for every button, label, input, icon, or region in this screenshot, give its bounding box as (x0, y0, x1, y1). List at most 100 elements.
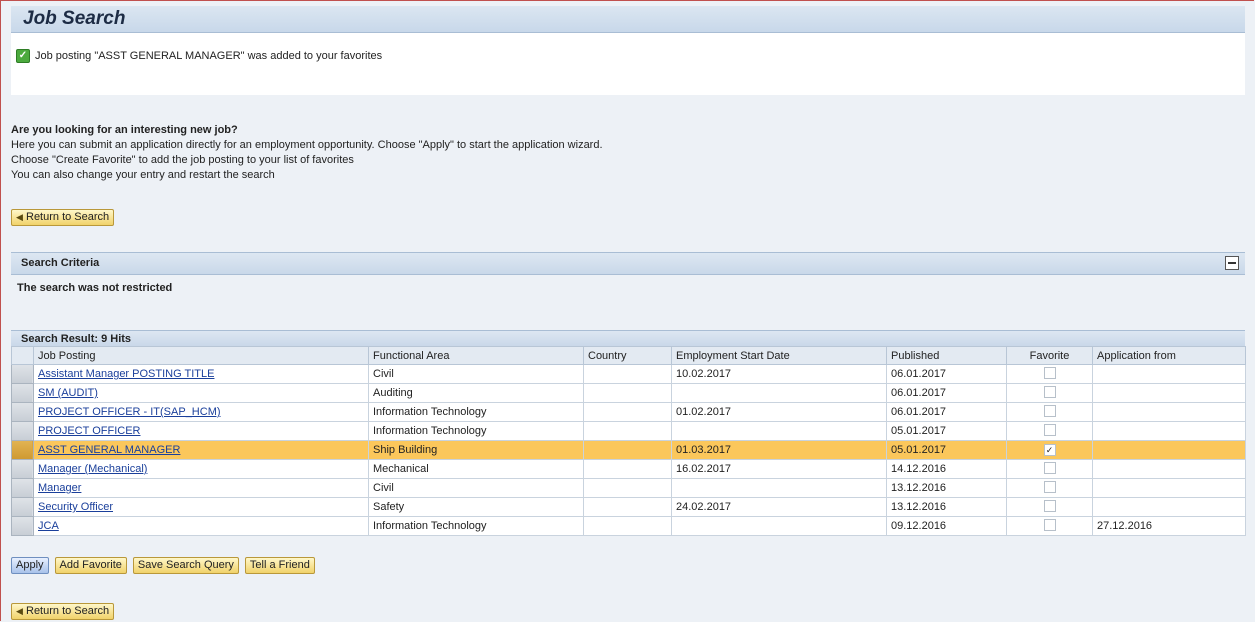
published-cell: 06.01.2017 (886, 402, 1007, 422)
application-from-cell (1092, 440, 1246, 460)
favorite-checkbox (1043, 480, 1056, 493)
table-row-selected[interactable]: ASST GENERAL MANAGER Ship Building 01.03… (11, 440, 1246, 460)
start-date-cell (671, 478, 887, 498)
intro-line-3: You can also change your entry and resta… (11, 169, 275, 181)
country-cell (583, 440, 672, 460)
application-from-cell (1092, 497, 1246, 517)
start-date-cell (671, 516, 887, 536)
country-cell (583, 497, 672, 517)
published-cell: 06.01.2017 (886, 383, 1007, 403)
message-area: ✓ Job posting "ASST GENERAL MANAGER" was… (11, 33, 1245, 95)
search-criteria-header: Search Criteria (11, 252, 1245, 275)
published-cell: 05.01.2017 (886, 440, 1007, 460)
col-functional-area[interactable]: Functional Area (368, 346, 584, 365)
table-row[interactable]: PROJECT OFFICER Information Technology 0… (11, 421, 1246, 441)
col-application-from[interactable]: Application from (1092, 346, 1246, 365)
job-posting-link[interactable]: JCA (38, 520, 59, 532)
table-row[interactable]: PROJECT OFFICER - IT(SAP_HCM) Informatio… (11, 402, 1246, 422)
return-to-search-button-bottom[interactable]: ◀ Return to Search (11, 603, 115, 620)
country-cell (583, 364, 672, 384)
table-row[interactable]: Assistant Manager POSTING TITLE Civil 10… (11, 364, 1246, 384)
favorite-checkbox: ✓ (1043, 444, 1056, 456)
return-to-search-button-top[interactable]: ◀ Return to Search (11, 209, 115, 226)
job-posting-link[interactable]: PROJECT OFFICER (38, 425, 140, 437)
table-row[interactable]: Manager (Mechanical) Mechanical 16.02.20… (11, 459, 1246, 479)
table-row[interactable]: SM (AUDIT) Auditing 06.01.2017 (11, 383, 1246, 403)
left-arrow-icon: ◀ (16, 212, 23, 222)
table-row[interactable]: Security Officer Safety 24.02.2017 13.12… (11, 497, 1246, 517)
functional-area-cell: Information Technology (368, 402, 584, 422)
search-result-title: Search Result: 9 Hits (21, 333, 132, 345)
favorite-checkbox (1043, 385, 1056, 398)
published-cell: 13.12.2016 (886, 478, 1007, 498)
search-criteria-title: Search Criteria (21, 257, 100, 269)
published-cell: 06.01.2017 (886, 364, 1007, 384)
job-posting-link[interactable]: Assistant Manager POSTING TITLE (38, 368, 214, 380)
functional-area-cell: Safety (368, 497, 584, 517)
save-search-query-button[interactable]: Save Search Query (132, 557, 239, 574)
favorite-checkbox (1043, 404, 1056, 417)
row-selector[interactable] (11, 383, 34, 403)
success-check-icon: ✓ (16, 49, 30, 63)
intro-line-2: Choose "Create Favorite" to add the job … (11, 154, 354, 166)
job-posting-link[interactable]: Manager (38, 482, 81, 494)
row-selector[interactable] (11, 516, 34, 536)
return-to-search-label: Return to Search (26, 211, 110, 223)
col-employment-start-date[interactable]: Employment Start Date (671, 346, 887, 365)
select-all-header[interactable] (11, 346, 34, 365)
col-favorite[interactable]: Favorite (1006, 346, 1093, 365)
tell-a-friend-button[interactable]: Tell a Friend (244, 557, 315, 574)
row-selector[interactable] (11, 421, 34, 441)
start-date-cell: 16.02.2017 (671, 459, 887, 479)
row-selector[interactable] (11, 497, 34, 517)
job-posting-link[interactable]: SM (AUDIT) (38, 387, 98, 399)
apply-button[interactable]: Apply (11, 557, 49, 574)
table-header-row: Job Posting Functional Area Country Empl… (11, 346, 1246, 365)
country-cell (583, 383, 672, 403)
published-cell: 05.01.2017 (886, 421, 1007, 441)
favorite-checkbox (1043, 423, 1056, 436)
row-selector[interactable] (11, 402, 34, 422)
intro-text: Are you looking for an interesting new j… (11, 123, 603, 183)
published-cell: 14.12.2016 (886, 459, 1007, 479)
table-row[interactable]: JCA Information Technology 09.12.2016 27… (11, 516, 1246, 536)
application-from-cell (1092, 364, 1246, 384)
favorite-checkbox (1043, 518, 1056, 531)
application-from-cell (1092, 402, 1246, 422)
functional-area-cell: Information Technology (368, 516, 584, 536)
country-cell (583, 478, 672, 498)
job-posting-link[interactable]: PROJECT OFFICER - IT(SAP_HCM) (38, 406, 221, 418)
row-selector[interactable] (11, 459, 34, 479)
country-cell (583, 516, 672, 536)
row-selector[interactable] (11, 364, 34, 384)
functional-area-cell: Ship Building (368, 440, 584, 460)
start-date-cell: 24.02.2017 (671, 497, 887, 517)
functional-area-cell: Information Technology (368, 421, 584, 441)
collapse-icon[interactable] (1225, 256, 1239, 270)
published-cell: 09.12.2016 (886, 516, 1007, 536)
job-posting-link[interactable]: Security Officer (38, 501, 113, 513)
functional-area-cell: Mechanical (368, 459, 584, 479)
title-bar: Job Search (11, 6, 1245, 33)
col-job-posting[interactable]: Job Posting (33, 346, 369, 365)
job-posting-link[interactable]: ASST GENERAL MANAGER (38, 444, 180, 456)
functional-area-cell: Auditing (368, 383, 584, 403)
intro-heading: Are you looking for an interesting new j… (11, 124, 238, 136)
job-posting-link[interactable]: Manager (Mechanical) (38, 463, 147, 475)
col-published[interactable]: Published (886, 346, 1007, 365)
add-favorite-button[interactable]: Add Favorite (54, 557, 127, 574)
table-row[interactable]: Manager Civil 13.12.2016 (11, 478, 1246, 498)
page-title: Job Search (23, 8, 126, 29)
functional-area-cell: Civil (368, 478, 584, 498)
return-to-search-label: Return to Search (26, 605, 110, 617)
row-selector[interactable] (11, 440, 34, 460)
favorite-checkbox (1043, 366, 1056, 379)
row-selector[interactable] (11, 478, 34, 498)
application-from-cell (1092, 478, 1246, 498)
favorite-checkbox (1043, 461, 1056, 474)
col-country[interactable]: Country (583, 346, 672, 365)
application-from-cell (1092, 459, 1246, 479)
functional-area-cell: Civil (368, 364, 584, 384)
country-cell (583, 459, 672, 479)
search-result-header: Search Result: 9 Hits (11, 330, 1245, 346)
